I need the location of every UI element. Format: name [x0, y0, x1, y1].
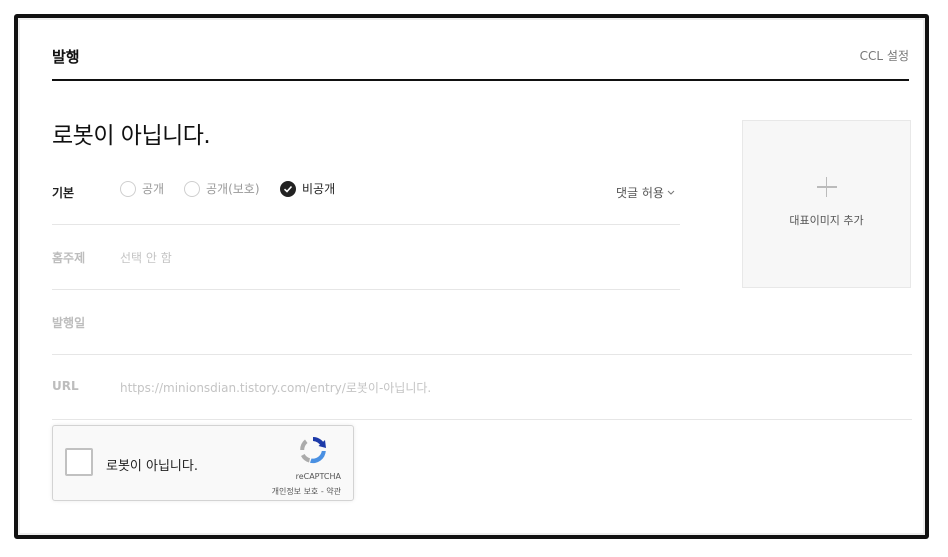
thumbnail-label: 대표이미지 추가	[789, 214, 864, 227]
divider	[52, 354, 912, 355]
visibility-private-radio[interactable]: 비공개	[280, 180, 335, 197]
chevron-down-icon	[667, 190, 675, 195]
radio-circle[interactable]	[120, 180, 136, 197]
plus-icon	[816, 177, 837, 197]
publish-dialog: 발행 CCL 설정 로봇이 아닙니다. 기본 공개 공개(보호) 비공개 댓글 …	[14, 14, 929, 539]
header-divider	[52, 79, 909, 81]
recaptcha-label: 로봇이 아닙니다.	[106, 459, 198, 474]
radio-circle[interactable]	[184, 180, 200, 197]
url-label: URL	[52, 379, 79, 393]
post-title: 로봇이 아닙니다.	[52, 123, 211, 149]
divider	[52, 224, 680, 225]
radio-label: 공개	[142, 182, 165, 196]
comment-permission-label: 댓글 허용	[616, 186, 664, 200]
home-topic-select[interactable]: 선택 안 함	[120, 249, 172, 266]
ccl-settings-link[interactable]: CCL 설정	[860, 47, 909, 64]
recaptcha-brand: reCAPTCHA	[295, 472, 341, 481]
comment-permission-dropdown[interactable]: 댓글 허용	[616, 184, 675, 201]
recaptcha-logo-icon	[300, 437, 326, 464]
visibility-public-radio[interactable]: 공개	[120, 180, 164, 197]
publish-date-label: 발행일	[52, 316, 86, 330]
visibility-protected-radio[interactable]: 공개(보호)	[184, 180, 260, 197]
home-topic-label: 홈주제	[52, 251, 86, 265]
divider	[52, 289, 680, 290]
recaptcha-widget: 로봇이 아닙니다. reCAPTCHA 개인정보 보호 - 약관	[52, 425, 354, 501]
dialog-title: 발행	[52, 48, 80, 66]
thumbnail-upload[interactable]: 대표이미지 추가	[742, 120, 911, 288]
recaptcha-checkbox[interactable]	[65, 448, 93, 476]
divider	[52, 419, 912, 420]
radio-label: 비공개	[302, 182, 336, 196]
url-value: https://minionsdian.tistory.com/entry/로봇…	[120, 381, 432, 395]
visibility-label: 기본	[52, 186, 75, 200]
radio-label: 공개(보호)	[206, 182, 260, 196]
recaptcha-privacy-terms-links[interactable]: 개인정보 보호 - 약관	[272, 486, 341, 497]
check-icon[interactable]	[280, 180, 296, 197]
